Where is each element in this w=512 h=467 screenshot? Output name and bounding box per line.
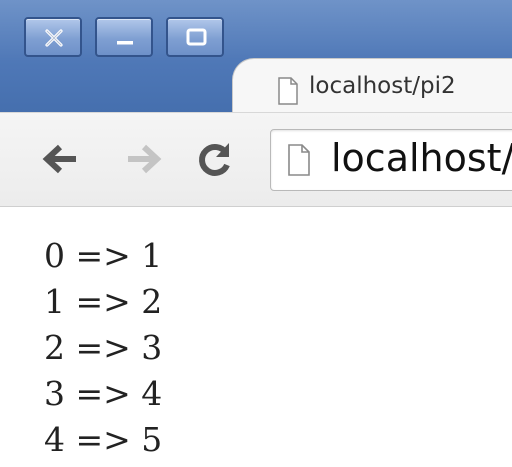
address-bar-url: localhost/ bbox=[331, 136, 512, 180]
output-line: 3 => 4 bbox=[44, 374, 163, 413]
close-icon bbox=[45, 29, 63, 47]
maximize-icon bbox=[186, 28, 207, 46]
back-button[interactable] bbox=[36, 135, 84, 183]
output-line: 0 => 1 bbox=[44, 236, 163, 275]
page-content: 0 => 1 1 => 2 2 => 3 3 => 4 4 => 5 bbox=[0, 206, 512, 467]
tab-title: localhost/pi2 bbox=[309, 73, 456, 99]
arrow-left-icon bbox=[42, 144, 76, 174]
window-maximize-button[interactable] bbox=[166, 17, 224, 57]
reload-icon bbox=[199, 143, 230, 176]
output-line: 1 => 2 bbox=[44, 282, 163, 321]
window-close-button[interactable] bbox=[24, 17, 82, 57]
minimize-icon bbox=[117, 41, 133, 45]
toolbar: localhost/ bbox=[0, 112, 512, 206]
forward-button[interactable] bbox=[120, 135, 168, 183]
output-list: 0 => 1 1 => 2 2 => 3 3 => 4 4 => 5 bbox=[44, 233, 162, 463]
arrow-right-icon bbox=[128, 144, 162, 174]
page-icon bbox=[278, 77, 298, 105]
page-icon bbox=[288, 144, 310, 176]
title-bar: localhost/pi2 bbox=[0, 0, 512, 112]
reload-button[interactable] bbox=[190, 135, 238, 183]
output-line: 2 => 3 bbox=[44, 328, 163, 367]
tab-active[interactable]: localhost/pi2 bbox=[232, 58, 512, 112]
browser-window: localhost/pi2 localhost/ 0 => 1 1 => 2 2… bbox=[0, 0, 512, 467]
address-bar[interactable]: localhost/ bbox=[270, 129, 512, 191]
window-minimize-button[interactable] bbox=[95, 17, 153, 57]
output-line: 4 => 5 bbox=[44, 420, 163, 459]
